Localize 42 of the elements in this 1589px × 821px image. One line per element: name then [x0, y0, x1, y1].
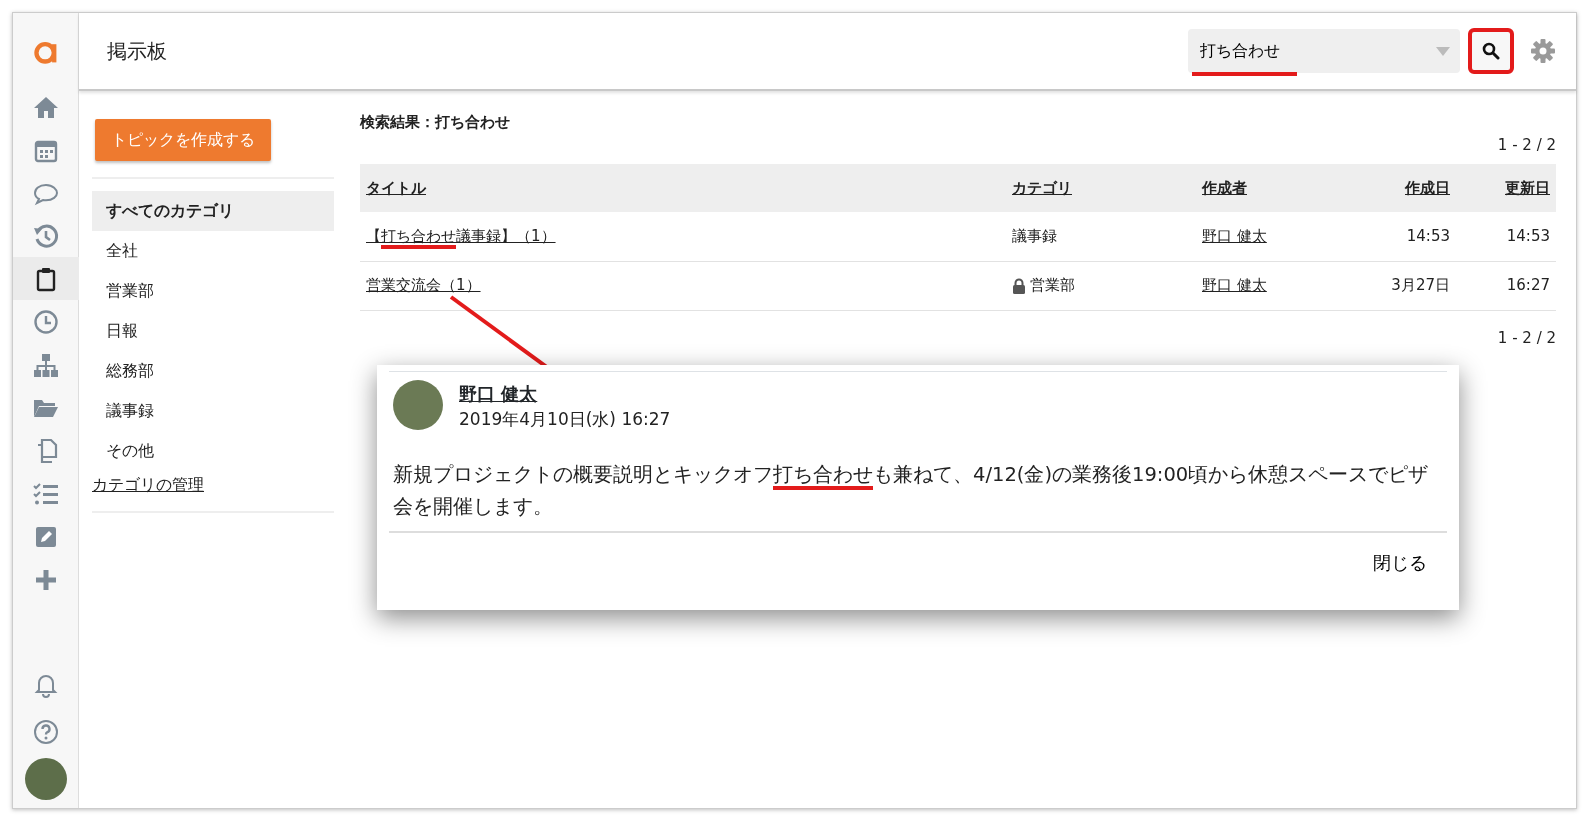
- author-link[interactable]: 野口 健太: [1202, 227, 1267, 245]
- author-link[interactable]: 野口 健太: [1202, 276, 1267, 295]
- column-header[interactable]: 作成日: [1405, 178, 1450, 197]
- search-button[interactable]: [1468, 28, 1514, 74]
- clock-icon: [32, 308, 59, 335]
- help-icon[interactable]: [32, 718, 59, 745]
- column-header[interactable]: 作成者: [1202, 178, 1247, 197]
- page-title: 掲示板: [107, 38, 167, 65]
- updated-date: 14:53: [1456, 212, 1556, 261]
- results-heading: 検索結果：打ち合わせ: [360, 112, 511, 133]
- org-chart-icon: [32, 351, 59, 378]
- category-text: 営業部: [1030, 276, 1075, 295]
- column-header[interactable]: タイトル: [366, 178, 426, 197]
- checklist-icon: [32, 480, 59, 507]
- updated-date: 16:27: [1456, 261, 1556, 310]
- category-item[interactable]: 営業部: [92, 271, 334, 311]
- post-date: 2019年4月10日(水) 16:27: [459, 408, 671, 431]
- nav-item[interactable]: [12, 257, 79, 300]
- category-item[interactable]: すべてのカテゴリ: [92, 191, 334, 231]
- author-link[interactable]: 野口 健太: [459, 383, 538, 404]
- post-body: 新規プロジェクトの概要説明とキックオフ打ち合わせ も兼ねて、4/12(金)の業務後19:00頃から休憩スペースでピザ会を開催します。: [393, 461, 1430, 520]
- category-item[interactable]: その他: [92, 431, 334, 471]
- avatar-photo-placeholder[interactable]: [24, 757, 67, 800]
- close-button[interactable]: 閉じる: [1363, 532, 1447, 602]
- search-field[interactable]: 打ち合わせ: [1188, 29, 1460, 73]
- photo-placeholder: [393, 380, 443, 430]
- category-item[interactable]: 全社: [92, 231, 334, 271]
- logo-icon[interactable]: [32, 39, 59, 65]
- pagination-info: 1 - 2 / 2: [1497, 134, 1556, 156]
- category-item[interactable]: 日報: [92, 311, 334, 351]
- column-header[interactable]: 更新日: [1505, 178, 1550, 197]
- created-date: 14:53: [1346, 212, 1456, 261]
- category-item[interactable]: 総務部: [92, 351, 334, 391]
- manage-categories-link[interactable]: カテゴリの管理: [92, 473, 204, 497]
- pagination-info: 1 - 2 / 2: [1497, 327, 1556, 349]
- dropdown-caret-icon[interactable]: [1436, 47, 1450, 56]
- history-icon: [32, 222, 59, 249]
- category-text: 議事録: [1012, 227, 1057, 245]
- column-header[interactable]: カテゴリ: [1012, 178, 1072, 197]
- category-item[interactable]: 議事録: [92, 391, 334, 431]
- created-date: 3月27日: [1346, 261, 1456, 310]
- search-icon: [1482, 42, 1500, 60]
